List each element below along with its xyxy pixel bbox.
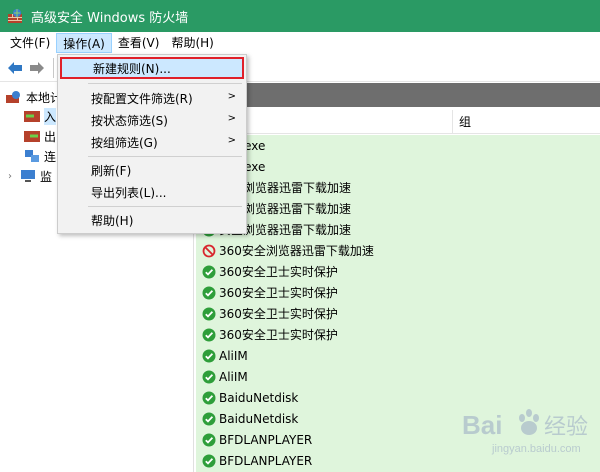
- allowed-check-icon: [202, 265, 216, 278]
- svg-text:经验: 经验: [544, 414, 588, 439]
- table-row[interactable]: 360安全浏览器迅雷下载加速: [196, 240, 600, 261]
- table-row[interactable]: 360安全卫士实时保护: [196, 324, 600, 345]
- title-bar: 高级安全 Windows 防火墙: [0, 0, 600, 32]
- tree-item-monitoring[interactable]: › 监: [8, 166, 52, 186]
- forward-arrow-icon: [30, 61, 44, 74]
- tree-item-connection-security[interactable]: 连: [24, 146, 56, 166]
- rule-name: AliIM: [219, 348, 248, 363]
- outbound-rules-icon: [24, 131, 40, 142]
- tree-item-outbound-rules[interactable]: 出: [24, 126, 56, 146]
- menu-action[interactable]: 操作(A): [56, 33, 112, 53]
- monitoring-icon: [21, 170, 35, 182]
- menu-view[interactable]: 查看(V): [112, 33, 166, 53]
- tree-item-label: 连: [44, 149, 57, 164]
- submenu-arrow-icon: >: [227, 91, 236, 102]
- table-row[interactable]: 360安全卫士实时保护: [196, 282, 600, 303]
- menu-item-label: 按状态筛选(S): [91, 113, 168, 128]
- back-arrow-icon: [8, 61, 22, 74]
- rule-name: BaiduNetdisk: [219, 390, 299, 405]
- allowed-check-icon: [202, 286, 216, 299]
- submenu-arrow-icon: >: [227, 113, 236, 124]
- menu-item-refresh[interactable]: 刷新(F): [60, 159, 244, 181]
- blocked-icon: [202, 244, 216, 257]
- menu-item-label: 刷新(F): [91, 163, 132, 178]
- inbound-rules-icon: [24, 111, 40, 122]
- column-headers: 组: [196, 110, 600, 134]
- expand-chevron-icon[interactable]: ›: [8, 171, 20, 182]
- rule-name: 360安全卫士实时保护: [219, 328, 338, 342]
- menu-item-label: 新建规则(N)...: [93, 61, 171, 76]
- tree-item-inbound-rules[interactable]: 入: [24, 106, 57, 126]
- svg-text:jingyan.baidu.com: jingyan.baidu.com: [491, 443, 581, 455]
- rule-name: BFDLANPLAYER: [219, 453, 313, 468]
- allowed-check-icon: [202, 433, 216, 446]
- allowed-check-icon: [202, 349, 216, 362]
- tree-item-label: 监: [40, 169, 53, 184]
- table-row[interactable]: AliIM: [196, 366, 600, 387]
- tree-item-label: 入: [44, 107, 57, 125]
- connection-security-icon: [25, 150, 39, 162]
- firewall-icon: [6, 91, 20, 103]
- rule-name: BaiduNetdisk: [219, 411, 299, 426]
- table-row[interactable]: 安全浏览器迅雷下载加速: [196, 219, 600, 240]
- menu-separator: [88, 83, 242, 84]
- rule-name: BFDLANPLAYER: [219, 432, 313, 447]
- menu-item-label: 按组筛选(G): [91, 135, 158, 150]
- allowed-check-icon: [202, 307, 216, 320]
- submenu-arrow-icon: >: [227, 135, 236, 146]
- svg-text:Bai: Bai: [462, 410, 502, 440]
- pane-header: 则: [196, 83, 600, 107]
- menu-item-export-list[interactable]: 导出列表(L)...: [60, 181, 244, 203]
- toolbar-separator: [53, 57, 54, 78]
- action-menu-dropdown: 新建规则(N)... 按配置文件筛选(R) > 按状态筛选(S) > 按组筛选(…: [57, 54, 247, 234]
- rule-name: 360安全卫士实时保护: [219, 265, 338, 279]
- table-row[interactable]: 安全浏览器迅雷下载加速: [196, 198, 600, 219]
- rule-name: 360安全卫士实时保护: [219, 286, 338, 300]
- menu-item-new-rule[interactable]: 新建规则(N)...: [60, 57, 244, 79]
- window-title: 高级安全 Windows 防火墙: [31, 10, 189, 26]
- table-row[interactable]: exe.exe: [196, 156, 600, 177]
- menu-item-label: 帮助(H): [91, 213, 134, 228]
- table-row[interactable]: AliIM: [196, 345, 600, 366]
- menu-item-label: 导出列表(L)...: [91, 185, 167, 200]
- baidu-logo-icon: Bai 经验 jingyan.baidu.com: [462, 409, 588, 455]
- allowed-check-icon: [202, 370, 216, 383]
- rule-name: AliIM: [219, 369, 248, 384]
- allowed-check-icon: [202, 454, 216, 467]
- menu-separator: [88, 206, 242, 207]
- allowed-check-icon: [202, 391, 216, 404]
- menu-item-filter-by-state[interactable]: 按状态筛选(S) >: [60, 109, 244, 131]
- baidu-watermark: Bai 经验 jingyan.baidu.com: [462, 402, 594, 458]
- menu-help[interactable]: 帮助(H): [165, 33, 219, 53]
- table-row[interactable]: 360安全卫士实时保护: [196, 303, 600, 324]
- column-header-group[interactable]: 组: [452, 110, 471, 134]
- rule-name: 360安全卫士实时保护: [219, 307, 338, 321]
- allowed-check-icon: [202, 412, 216, 425]
- rule-name: 360安全浏览器迅雷下载加速: [219, 244, 374, 258]
- menu-file[interactable]: 文件(F): [4, 33, 56, 53]
- menu-item-help[interactable]: 帮助(H): [60, 209, 244, 231]
- menu-item-label: 按配置文件筛选(R): [91, 91, 193, 106]
- forward-button[interactable]: [27, 58, 47, 78]
- table-row[interactable]: exe.exe: [196, 135, 600, 156]
- table-row[interactable]: 安全浏览器迅雷下载加速: [196, 177, 600, 198]
- tree-item-label: 出: [44, 129, 57, 144]
- tree-item-local-computer[interactable]: 本地计: [6, 87, 62, 107]
- menu-item-filter-by-group[interactable]: 按组筛选(G) >: [60, 131, 244, 153]
- firewall-app-icon: [7, 8, 23, 24]
- menu-bar: 文件(F) 操作(A) 查看(V) 帮助(H): [0, 32, 600, 54]
- menu-item-filter-by-profile[interactable]: 按配置文件筛选(R) >: [60, 87, 244, 109]
- allowed-check-icon: [202, 328, 216, 341]
- table-row[interactable]: 360安全卫士实时保护: [196, 261, 600, 282]
- back-button[interactable]: [5, 58, 25, 78]
- menu-separator: [88, 156, 242, 157]
